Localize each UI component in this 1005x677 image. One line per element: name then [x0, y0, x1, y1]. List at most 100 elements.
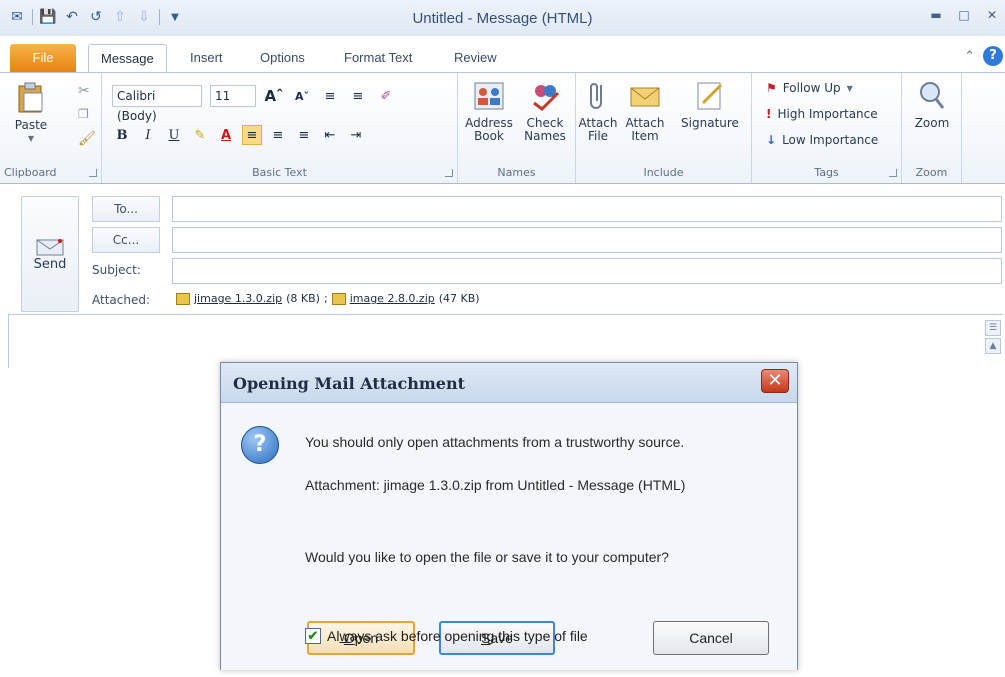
bold-icon[interactable]: B	[112, 125, 132, 145]
signature-label: Signature	[681, 116, 739, 130]
to-field[interactable]	[172, 196, 1002, 222]
high-importance-icon: !	[766, 107, 772, 121]
font-row: Calibri (Body) 11 Aˆ Aˇ ≡ ≡ ✐	[112, 85, 396, 123]
signature-button[interactable]: Signature	[672, 79, 748, 130]
signature-icon	[697, 82, 723, 110]
highlight-icon[interactable]: ✎	[190, 125, 210, 145]
check-names-button[interactable]: Check Names	[518, 79, 572, 143]
checkbox-label-part: Al	[327, 628, 340, 644]
ribbon: Paste ▼ ✂ ❐ 🖌 Clipboard Calibri (Body) 1…	[0, 72, 1005, 184]
send-envelope-icon	[36, 238, 64, 255]
question-icon: ?	[241, 426, 279, 464]
paperclip-icon	[590, 83, 602, 109]
high-importance-label: High Importance	[777, 107, 878, 121]
align-right-icon[interactable]: ≡	[294, 125, 314, 145]
underline-icon[interactable]: U	[164, 125, 184, 145]
attachment-link[interactable]: image 2.8.0.zip	[350, 292, 435, 305]
font-size-combo[interactable]: 11	[210, 85, 256, 107]
align-center-icon[interactable]: ≡	[268, 125, 288, 145]
include-group-label: Include	[643, 166, 684, 179]
tab-insert[interactable]: Insert	[178, 44, 235, 72]
checkbox-check-icon[interactable]: ✔	[305, 628, 321, 644]
attach-file-button[interactable]: Attach File	[578, 79, 618, 143]
help-icon[interactable]: ?	[983, 46, 1003, 66]
address-book-label: Address Book	[465, 116, 513, 143]
dialog-question: Would you like to open the file or save …	[305, 549, 669, 565]
title-bar: ✉ 💾 ↶ ↺ ⇧ ⇩ ▼ Untitled - Message (HTML) …	[0, 0, 1005, 36]
high-importance-button[interactable]: ! High Importance	[766, 107, 878, 121]
send-label: Send	[33, 256, 67, 272]
font-color-icon[interactable]: A	[216, 125, 236, 145]
vertical-scrollbar[interactable]: ☰ ▲	[985, 320, 1003, 370]
zoom-button[interactable]: Zoom	[908, 79, 956, 130]
tags-launcher-icon[interactable]	[889, 169, 897, 177]
attach-item-label: Attach Item	[625, 116, 665, 143]
minimize-icon[interactable]: ▬	[929, 8, 943, 22]
checkbox-mnemonic: w	[339, 628, 350, 644]
follow-up-button[interactable]: ⚑ Follow Up ▼	[766, 81, 853, 95]
cancel-button[interactable]: Cancel	[653, 621, 769, 655]
attached-label: Attached:	[92, 293, 151, 307]
subject-field[interactable]	[172, 258, 1002, 284]
italic-icon[interactable]: I	[138, 125, 158, 145]
opening-attachment-dialog: Opening Mail Attachment ✕ ? You should o…	[220, 362, 798, 670]
dialog-close-icon[interactable]: ✕	[761, 369, 789, 393]
align-left-icon[interactable]: ≡	[242, 125, 262, 145]
increase-indent-icon[interactable]: ⇥	[346, 125, 366, 145]
flag-icon: ⚑	[766, 81, 777, 95]
envelope-icon	[630, 87, 660, 107]
copy-icon[interactable]: ❐	[78, 107, 89, 121]
grow-font-icon[interactable]: Aˆ	[264, 86, 284, 106]
font-name-combo[interactable]: Calibri (Body)	[112, 85, 202, 123]
scroll-up-icon[interactable]: ▲	[985, 338, 1001, 354]
bullets-icon[interactable]: ≡	[320, 86, 340, 106]
ribbon-tabs: File Message Insert Options Format Text …	[0, 38, 1005, 72]
magnifier-icon	[920, 82, 945, 109]
low-importance-button[interactable]: ↓ Low Importance	[766, 133, 878, 147]
attach-item-button[interactable]: Attach Item	[622, 79, 668, 143]
dialog-message: You should only open attachments from a …	[305, 434, 685, 450]
checkbox-label: Always ask before opening this type of f…	[327, 628, 588, 644]
attachment-list: jimage 1.3.0.zip (8 KB) ; image 2.8.0.zi…	[176, 292, 480, 305]
tags-group-label: Tags	[814, 166, 839, 179]
tab-format-text[interactable]: Format Text	[332, 44, 424, 72]
maximize-icon[interactable]: □	[957, 8, 971, 22]
tab-file[interactable]: File	[10, 44, 76, 72]
clipboard-launcher-icon[interactable]	[89, 169, 97, 177]
zoom-label: Zoom	[914, 116, 950, 130]
group-names: Address Book Check Names Names	[458, 73, 576, 183]
cc-field[interactable]	[172, 227, 1002, 253]
scroll-options-icon[interactable]: ☰	[985, 320, 1001, 336]
paste-label: Paste	[14, 118, 48, 132]
follow-up-label: Follow Up	[782, 81, 841, 95]
decrease-indent-icon[interactable]: ⇤	[320, 125, 340, 145]
follow-up-dropdown-icon: ▼	[846, 83, 853, 93]
paste-button[interactable]: Paste ▼	[14, 81, 48, 145]
always-ask-checkbox[interactable]: ✔ Always ask before opening this type of…	[305, 628, 588, 644]
group-include: Attach File Attach Item Signature Includ…	[576, 73, 752, 183]
tab-message[interactable]: Message	[88, 44, 167, 72]
to-button[interactable]: To...	[92, 196, 160, 222]
cut-icon[interactable]: ✂	[78, 83, 90, 99]
clear-formatting-icon[interactable]: ✐	[376, 86, 396, 106]
tab-options[interactable]: Options	[248, 44, 317, 72]
attachment-separator: ;	[323, 292, 328, 305]
shrink-font-icon[interactable]: Aˇ	[292, 86, 312, 106]
low-importance-icon: ↓	[766, 133, 777, 147]
attach-file-label: Attach File	[578, 116, 618, 143]
numbering-icon[interactable]: ≡	[348, 86, 368, 106]
dialog-attachment-line: Attachment: jimage 1.3.0.zip from Untitl…	[305, 477, 686, 493]
check-names-label: Check Names	[524, 116, 566, 143]
minimize-ribbon-icon[interactable]: ⌃	[964, 49, 975, 64]
cc-button[interactable]: Cc...	[92, 227, 160, 253]
help-area: ⌃ ?	[964, 46, 1003, 66]
address-book-button[interactable]: Address Book	[462, 79, 516, 143]
format-painter-icon[interactable]: 🖌	[78, 131, 96, 147]
close-window-icon[interactable]: ✕	[985, 8, 999, 22]
attachment-link[interactable]: jimage 1.3.0.zip	[194, 292, 282, 305]
message-body[interactable]	[8, 314, 1003, 368]
tab-review[interactable]: Review	[442, 44, 509, 72]
checkbox-label-part: ays ask before opening this type of file	[349, 628, 588, 644]
basic-text-launcher-icon[interactable]	[445, 169, 453, 177]
send-button[interactable]: Send	[21, 196, 79, 312]
